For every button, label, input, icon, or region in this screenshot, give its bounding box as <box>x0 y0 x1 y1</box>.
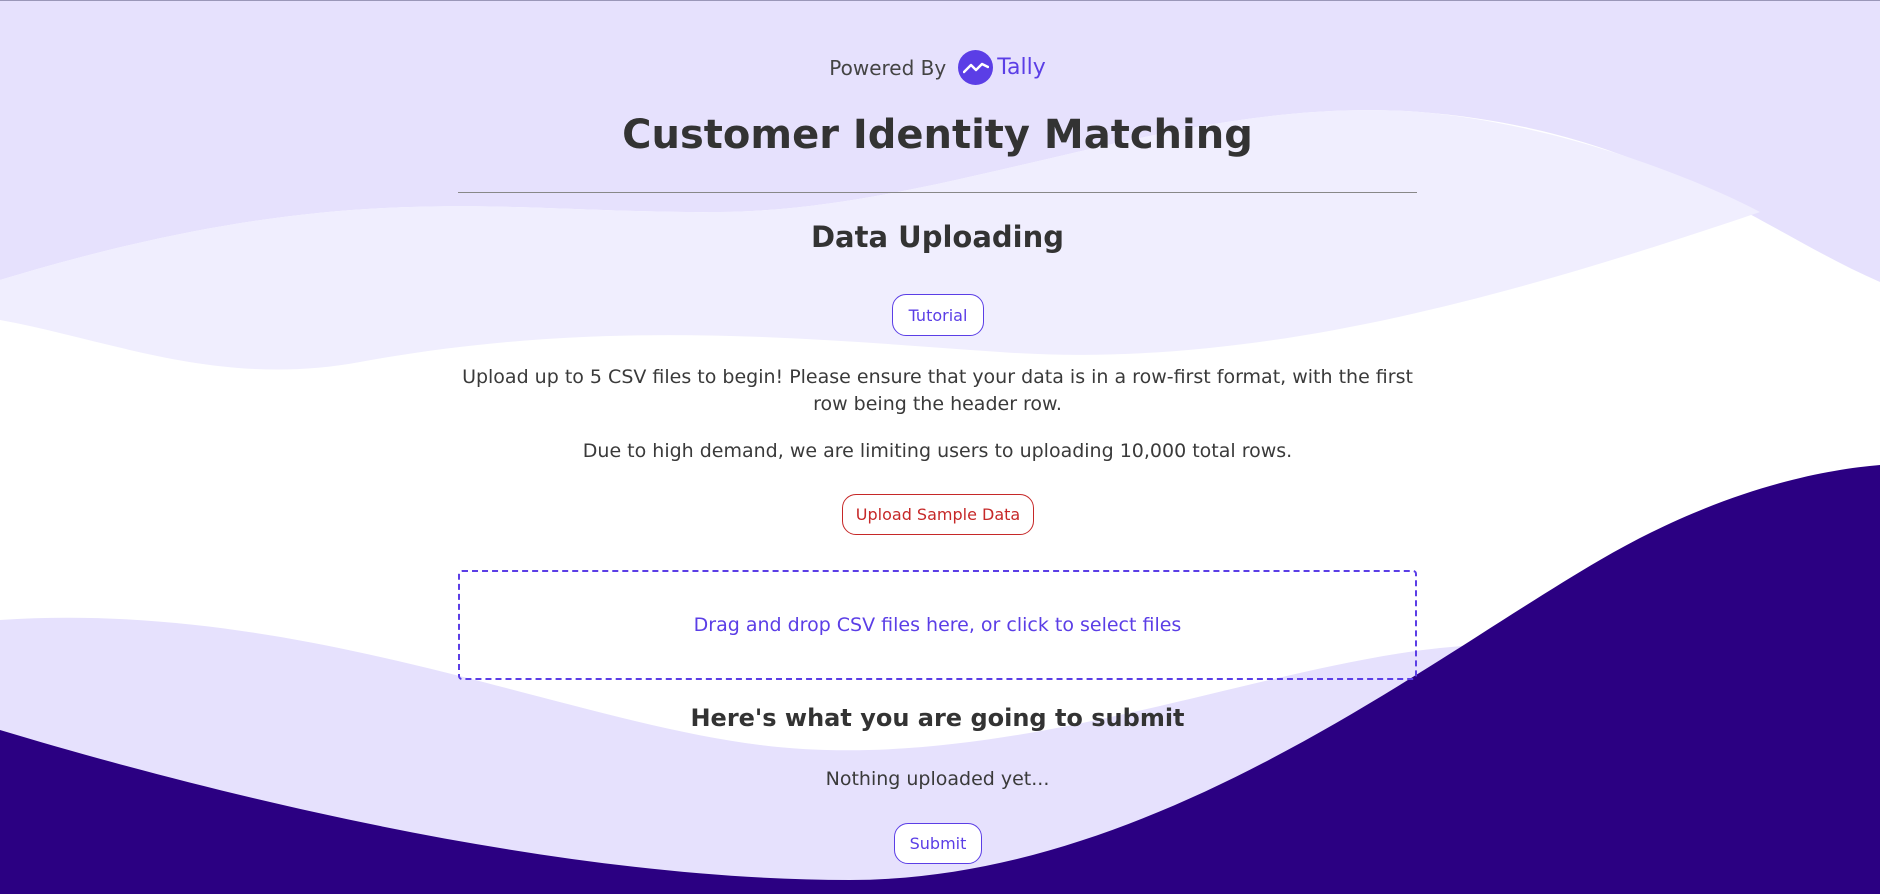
empty-state-text: Nothing uploaded yet... <box>825 768 1050 790</box>
submit-button[interactable]: Submit <box>894 823 982 864</box>
tally-logo-icon <box>958 50 994 85</box>
section-title: Data Uploading <box>810 220 1064 254</box>
title-divider <box>458 192 1417 193</box>
powered-by-label: Powered By <box>829 55 947 80</box>
top-border-line <box>0 0 1880 1</box>
dropzone-text: Drag and drop CSV files here, or click t… <box>693 614 1182 636</box>
submission-title: Here's what you are going to submit <box>690 704 1185 732</box>
row-limit-notice: Due to high demand, we are limiting user… <box>582 440 1293 462</box>
csv-dropzone[interactable]: Drag and drop CSV files here, or click t… <box>458 570 1417 680</box>
tutorial-button[interactable]: Tutorial <box>892 294 984 336</box>
page-title: Customer Identity Matching <box>622 112 1253 158</box>
upload-sample-data-button[interactable]: Upload Sample Data <box>842 494 1034 535</box>
powered-by: Powered By Tally <box>458 50 1417 85</box>
brand-name: Tally <box>997 55 1046 80</box>
upload-instructions: Upload up to 5 CSV files to begin! Pleas… <box>462 366 1413 415</box>
